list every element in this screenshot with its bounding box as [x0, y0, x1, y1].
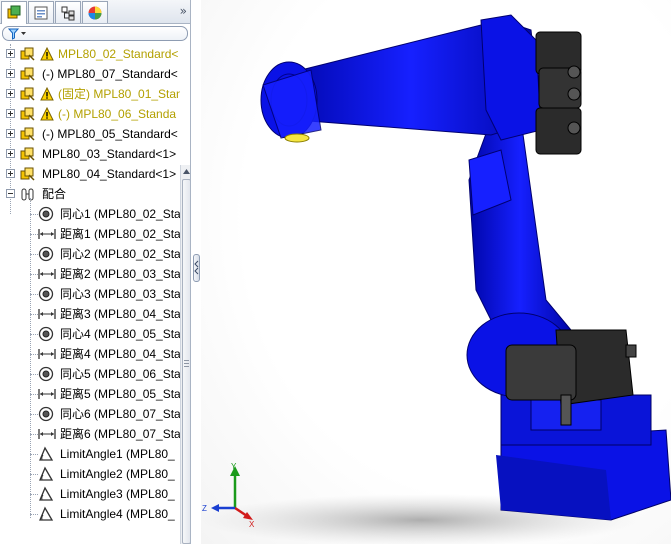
- configurationmanager-tab[interactable]: [55, 1, 81, 23]
- component-label: MPL80_02_Standard<: [58, 47, 179, 61]
- panel-expand-chevron[interactable]: »: [180, 4, 187, 18]
- end-effector[interactable]: [260, 61, 322, 143]
- mate-item[interactable]: 同心5 (MPL80_06_Star: [0, 364, 180, 384]
- mate-item[interactable]: 距离6 (MPL80_07_Star: [0, 424, 180, 444]
- tree-component[interactable]: (-) MPL80_07_Standard<: [0, 64, 180, 84]
- component-label: (-) MPL80_06_Standa: [58, 107, 177, 121]
- mate-label: 距离2 (MPL80_03_Star: [60, 267, 180, 281]
- mate-item[interactable]: LimitAngle4 (MPL80_: [0, 504, 180, 524]
- tree-component[interactable]: (-) MPL80_06_Standa: [0, 104, 180, 124]
- mate-label: 距离3 (MPL80_04_Star: [60, 307, 180, 321]
- feature-manager-panel: » MPL80_02_Standard< (-) MPL80_07_Standar…: [0, 0, 191, 544]
- mate-item[interactable]: 同心2 (MPL80_02_Star: [0, 244, 180, 264]
- appearance-sphere-icon: [88, 6, 102, 19]
- mate-label: 同心2 (MPL80_02_Star: [60, 247, 180, 261]
- panel-splitter[interactable]: [191, 0, 201, 544]
- propertymanager-tab[interactable]: [28, 1, 54, 23]
- coordinate-triad: Y Z X: [202, 462, 255, 529]
- mate-item[interactable]: 距离3 (MPL80_04_Star: [0, 304, 180, 324]
- mate-label: 距离1 (MPL80_02_Star: [60, 227, 180, 241]
- mate-label: LimitAngle2 (MPL80_: [60, 467, 175, 481]
- appearance-tab[interactable]: [82, 1, 108, 23]
- robot-base[interactable]: [496, 394, 671, 521]
- mate-item[interactable]: LimitAngle2 (MPL80_: [0, 464, 180, 484]
- component-label: (-) MPL80_07_Standard<: [42, 67, 178, 81]
- mate-item[interactable]: 距离5 (MPL80_05_Star: [0, 384, 180, 404]
- mate-item[interactable]: 距离4 (MPL80_04_Star: [0, 344, 180, 364]
- expand-icon[interactable]: [6, 109, 15, 118]
- panel-tab-bar: »: [0, 0, 190, 24]
- mate-item[interactable]: 同心4 (MPL80_05_Star: [0, 324, 180, 344]
- mate-item[interactable]: 距离1 (MPL80_02_Star: [0, 224, 180, 244]
- expand-icon[interactable]: [6, 49, 15, 58]
- mate-item[interactable]: 同心6 (MPL80_07_Star: [0, 404, 180, 424]
- featuremanager-tab[interactable]: [1, 1, 27, 24]
- triad-y-label: Y: [231, 462, 237, 471]
- tree-component[interactable]: MPL80_02_Standard<: [0, 44, 180, 64]
- tree-scrollbar[interactable]: [180, 165, 190, 544]
- mate-item[interactable]: LimitAngle1 (MPL80_: [0, 444, 180, 464]
- component-label: (固定) MPL80_01_Stan: [58, 87, 180, 101]
- mate-label: LimitAngle4 (MPL80_: [60, 507, 175, 521]
- mate-label: LimitAngle1 (MPL80_: [60, 447, 175, 461]
- mate-label: 距离4 (MPL80_04_Star: [60, 347, 180, 361]
- assembly-tree-icon: [7, 5, 21, 19]
- expand-icon[interactable]: [6, 169, 15, 178]
- collapse-icon[interactable]: [6, 189, 15, 198]
- tree-component[interactable]: (固定) MPL80_01_Stan: [0, 84, 180, 104]
- graphics-viewport[interactable]: Y Z X: [201, 0, 671, 544]
- expand-icon[interactable]: [6, 89, 15, 98]
- triad-z-label: Z: [202, 504, 207, 513]
- component-label: (-) MPL80_05_Standard<: [42, 127, 178, 141]
- expand-icon[interactable]: [6, 149, 15, 158]
- mate-label: 距离5 (MPL80_05_Star: [60, 387, 180, 401]
- mates-folder[interactable]: 配合: [0, 184, 180, 204]
- mate-label: LimitAngle3 (MPL80_: [60, 487, 175, 501]
- mate-label: 同心5 (MPL80_06_Star: [60, 367, 180, 381]
- feature-tree: MPL80_02_Standard< (-) MPL80_07_Standard<…: [0, 44, 180, 544]
- component-label: MPL80_04_Standard<1>: [42, 167, 177, 181]
- scroll-up-arrow[interactable]: [181, 165, 190, 178]
- angle-mate-icon: [38, 506, 54, 528]
- mate-item[interactable]: 同心3 (MPL80_03_Star: [0, 284, 180, 304]
- component-label: MPL80_03_Standard<1>: [42, 147, 177, 161]
- mate-label: 同心3 (MPL80_03_Star: [60, 287, 180, 301]
- scroll-thumb[interactable]: [182, 179, 190, 544]
- filter-button[interactable]: [2, 26, 188, 41]
- filter-funnel-icon: [8, 28, 26, 40]
- wrist-motors[interactable]: [535, 31, 582, 155]
- tree-component[interactable]: MPL80_03_Standard<1>: [0, 144, 180, 164]
- mate-label: 同心1 (MPL80_02_Star: [60, 207, 180, 221]
- mate-item[interactable]: 距离2 (MPL80_03_Star: [0, 264, 180, 284]
- tree-component[interactable]: MPL80_04_Standard<1>: [0, 164, 180, 184]
- mate-item[interactable]: LimitAngle3 (MPL80_: [0, 484, 180, 504]
- filter-bar: [0, 24, 190, 44]
- collapse-panel-handle[interactable]: [193, 254, 200, 282]
- configuration-icon: [61, 6, 75, 20]
- mate-label: 距离6 (MPL80_07_Star: [60, 427, 180, 441]
- mate-label: 同心4 (MPL80_05_Star: [60, 327, 180, 341]
- expand-icon[interactable]: [6, 129, 15, 138]
- mate-item[interactable]: 同心1 (MPL80_02_Star: [0, 204, 180, 224]
- property-sheet-icon: [34, 6, 48, 19]
- tree-component[interactable]: (-) MPL80_05_Standard<: [0, 124, 180, 144]
- robot-model[interactable]: [201, 0, 671, 544]
- triad-x-label: X: [249, 520, 255, 529]
- mate-label: 同心6 (MPL80_07_Star: [60, 407, 180, 421]
- expand-icon[interactable]: [6, 69, 15, 78]
- mates-folder-label: 配合: [42, 187, 67, 201]
